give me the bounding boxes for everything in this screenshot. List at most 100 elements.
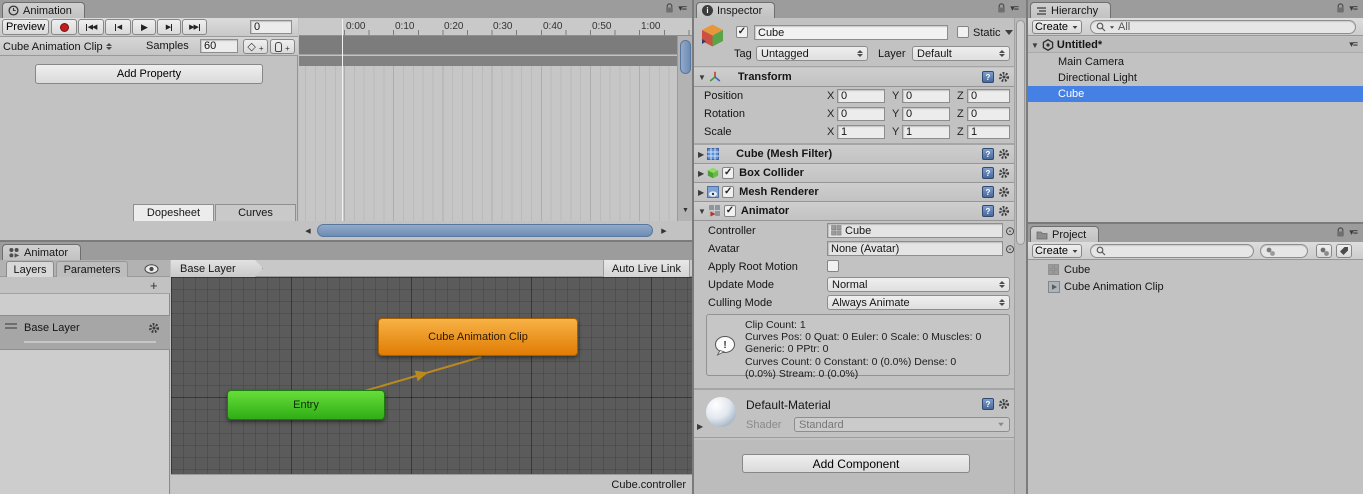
animator-graph[interactable]: Cube Animation Clip Entry (171, 277, 692, 474)
gear-icon[interactable] (998, 398, 1010, 410)
tab-hierarchy[interactable]: Hierarchy (1030, 2, 1111, 18)
playhead[interactable] (342, 19, 343, 221)
tab-animator[interactable]: Animator (2, 244, 81, 260)
layer-item-base-layer[interactable]: Base Layer (0, 315, 170, 350)
tab-dopesheet[interactable]: Dopesheet (133, 204, 214, 221)
record-button[interactable] (51, 19, 77, 35)
rotation-z-field[interactable]: 0 (967, 107, 1010, 121)
component-enabled-checkbox[interactable] (722, 167, 734, 179)
previous-frame-button[interactable] (105, 19, 131, 35)
inspector-scrollbar-thumb[interactable] (1016, 20, 1025, 245)
add-layer-button[interactable]: + (150, 278, 158, 293)
scale-z-field[interactable]: 1 (967, 125, 1010, 139)
scroll-left-arrow-icon[interactable]: ◀ (303, 225, 313, 236)
hierarchy-search-field[interactable]: All (1090, 20, 1356, 34)
position-x-field[interactable]: 0 (837, 89, 885, 103)
rotation-x-field[interactable]: 0 (837, 107, 885, 121)
tab-project[interactable]: Project (1030, 226, 1099, 242)
lock-icon[interactable] (1336, 227, 1345, 238)
panel-menu-icon[interactable] (678, 3, 686, 14)
help-icon[interactable]: ? (982, 205, 994, 217)
help-icon[interactable]: ? (982, 148, 994, 160)
add-component-button[interactable]: Add Component (742, 454, 970, 473)
next-frame-button[interactable] (157, 19, 181, 35)
goto-first-frame-button[interactable] (78, 19, 104, 35)
box-collider-header[interactable]: Box Collider ? (694, 164, 1014, 183)
tab-animation[interactable]: Animation (2, 2, 85, 18)
tag-dropdown[interactable]: Untagged (756, 46, 868, 61)
active-checkbox[interactable] (736, 26, 748, 38)
horizontal-scrollbar-thumb[interactable] (317, 224, 653, 237)
goto-last-frame-button[interactable] (182, 19, 207, 35)
static-checkbox[interactable] (957, 26, 969, 38)
gear-icon[interactable] (998, 186, 1010, 198)
help-icon[interactable]: ? (982, 71, 994, 83)
transform-header[interactable]: Transform ? (694, 68, 1014, 87)
avatar-object-field[interactable]: None (Avatar) (827, 241, 1003, 256)
panel-menu-icon[interactable] (1010, 3, 1018, 14)
create-button[interactable]: Create (1032, 244, 1082, 258)
help-icon[interactable]: ? (982, 167, 994, 179)
foldout-icon[interactable] (698, 205, 706, 217)
search-by-type-filter[interactable] (1260, 244, 1308, 258)
foldout-icon[interactable] (698, 167, 704, 179)
timeline-ruler[interactable]: 0:00 0:10 0:20 0:30 0:40 0:50 1:00 (299, 18, 692, 36)
foldout-icon[interactable] (698, 71, 706, 83)
foldout-icon[interactable] (697, 420, 703, 432)
foldout-icon[interactable] (1031, 39, 1039, 51)
create-button[interactable]: Create (1032, 20, 1082, 34)
tab-curves[interactable]: Curves (215, 204, 296, 221)
add-property-button[interactable]: Add Property (35, 64, 263, 84)
transition-arrow[interactable] (171, 277, 692, 474)
scale-y-field[interactable]: 1 (902, 125, 950, 139)
samples-field[interactable]: 60 (200, 39, 238, 53)
position-y-field[interactable]: 0 (902, 89, 950, 103)
component-enabled-checkbox[interactable] (722, 186, 734, 198)
tab-inspector[interactable]: i Inspector (696, 2, 775, 18)
scene-menu-icon[interactable] (1349, 39, 1357, 50)
update-mode-dropdown[interactable]: Normal (827, 277, 1010, 292)
drag-handle-icon[interactable] (5, 323, 17, 325)
search-by-label-button[interactable] (1336, 244, 1352, 258)
scroll-right-arrow-icon[interactable]: ▶ (659, 225, 669, 236)
inspector-scrollbar[interactable] (1014, 18, 1026, 494)
hierarchy-item-main-camera[interactable]: Main Camera (1028, 54, 1363, 70)
project-search-field[interactable] (1090, 244, 1254, 258)
foldout-icon[interactable] (698, 148, 704, 160)
mesh-renderer-header[interactable]: Mesh Renderer ? (694, 183, 1014, 202)
layer-dropdown[interactable]: Default (912, 46, 1010, 61)
state-node-entry[interactable]: Entry (227, 390, 385, 420)
gear-icon[interactable] (148, 322, 160, 334)
tab-layers[interactable]: Layers (6, 261, 54, 277)
material-preview-sphere[interactable] (706, 397, 736, 427)
eye-icon[interactable] (144, 264, 159, 274)
project-item-cube-controller[interactable]: Cube (1028, 262, 1363, 277)
state-node-cube-animation-clip[interactable]: Cube Animation Clip (378, 318, 578, 356)
preview-button[interactable]: Preview (2, 19, 49, 35)
lock-icon[interactable] (1336, 3, 1345, 14)
shader-dropdown[interactable]: Standard (794, 417, 1010, 432)
clip-selector-dropdown[interactable]: Cube Animation Clip (3, 39, 139, 54)
help-icon[interactable]: ? (982, 186, 994, 198)
scroll-down-arrow-icon[interactable]: ▼ (681, 206, 690, 215)
rotation-y-field[interactable]: 0 (902, 107, 950, 121)
help-icon[interactable]: ? (982, 398, 994, 410)
auto-live-link-button[interactable]: Auto Live Link (603, 260, 690, 277)
vertical-scrollbar-thumb[interactable] (680, 40, 691, 74)
culling-mode-dropdown[interactable]: Always Animate (827, 295, 1010, 310)
timeline-vertical-scrollbar[interactable]: ▼ (677, 36, 692, 221)
controller-object-field[interactable]: Cube (827, 223, 1003, 238)
lock-icon[interactable] (997, 3, 1006, 14)
play-button[interactable] (132, 19, 156, 35)
foldout-icon[interactable] (698, 186, 704, 198)
panel-menu-icon[interactable] (1349, 3, 1357, 14)
position-z-field[interactable]: 0 (967, 89, 1010, 103)
timeline-horizontal-scrollbar[interactable]: ◀ ▶ (299, 221, 692, 240)
tab-parameters[interactable]: Parameters (56, 261, 128, 277)
add-event-button[interactable]: + (270, 39, 295, 54)
gear-icon[interactable] (998, 71, 1010, 83)
breadcrumb-base-layer[interactable]: Base Layer (171, 260, 263, 277)
lock-icon[interactable] (665, 3, 674, 14)
gameobject-name-field[interactable]: Cube (754, 25, 948, 40)
hierarchy-item-directional-light[interactable]: Directional Light (1028, 70, 1363, 86)
